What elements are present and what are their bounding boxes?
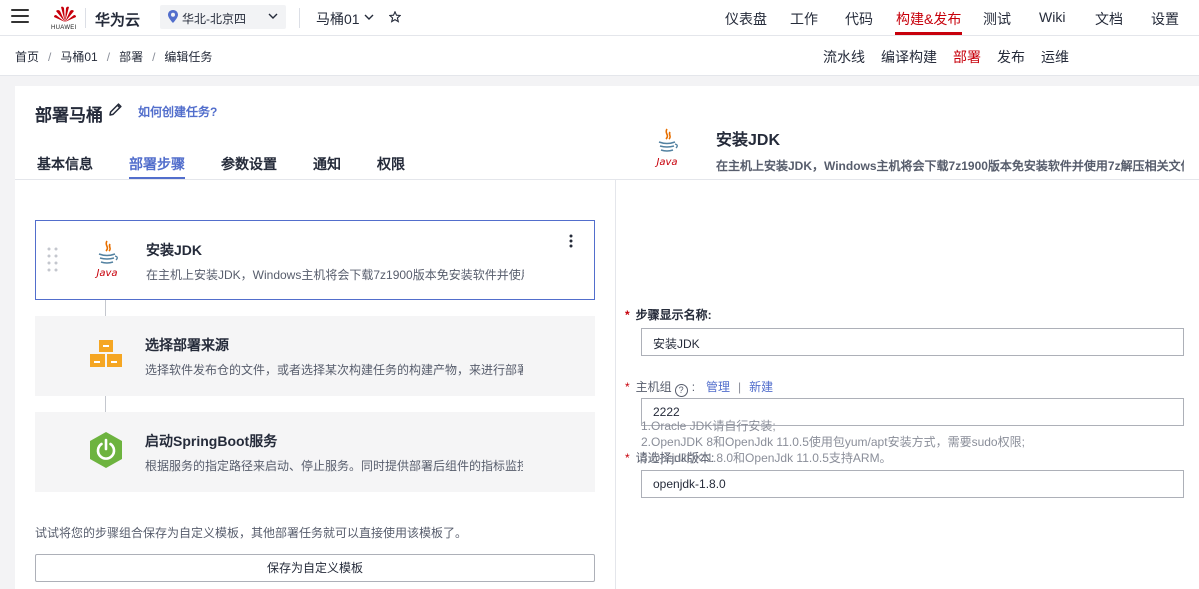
nav-wiki[interactable]: Wiki — [1039, 9, 1065, 25]
create-host-group-link[interactable]: 新建 — [749, 380, 773, 394]
subnav-ops[interactable]: 运维 — [1041, 47, 1069, 67]
breadcrumb-current: 编辑任务 — [164, 50, 213, 64]
svg-text:Java: Java — [94, 268, 117, 279]
panel-divider — [615, 180, 616, 589]
link-separator: | — [738, 380, 742, 394]
jdk-notes: 1.Oracle JDK请自行安装; 2.OpenJDK 8和OpenJdk 1… — [641, 418, 1025, 466]
tab-deploy-steps[interactable]: 部署步骤 — [129, 154, 185, 174]
breadcrumb: 首页 / 马桶01 / 部署 / 编辑任务 — [15, 48, 212, 65]
nav-settings[interactable]: 设置 — [1151, 9, 1179, 29]
step-card-install-jdk[interactable]: Java 安装JDK 在主机上安装JDK，Windows主机将会下载7z1900… — [35, 220, 595, 300]
page-title: 部署马桶 — [35, 106, 103, 125]
step-description: 根据服务的指定路径来启动、停止服务。同时提供部署后组件的指标监控 — [145, 459, 523, 473]
svg-text:Java: Java — [654, 157, 677, 168]
top-bar: HUAWEI 华为云 华北-北京四 马桶01 仪表盘 工作 代码 构建&发布 测… — [0, 0, 1199, 36]
breadcrumb-deploy[interactable]: 部署 — [119, 50, 143, 64]
step-description: 在主机上安装JDK，Windows主机将会下载7z1900版本免安装软件并使用7… — [146, 268, 524, 282]
help-icon[interactable]: ? — [674, 384, 688, 397]
drag-handle-icon[interactable] — [47, 247, 59, 273]
sub-bar: 首页 / 马桶01 / 部署 / 编辑任务 流水线 编译构建 部署 发布 运维 — [0, 36, 1199, 76]
tab-parameters[interactable]: 参数设置 — [221, 154, 277, 174]
divider — [85, 8, 86, 28]
jdk-version-select[interactable]: openjdk-1.8.0 — [641, 470, 1184, 498]
springboot-icon — [90, 432, 122, 468]
nav-build-release[interactable]: 构建&发布 — [896, 9, 961, 29]
manage-host-group-link[interactable]: 管理 — [706, 380, 730, 394]
step-card-select-source[interactable]: 选择部署来源 选择软件发布仓的文件，或者选择某次构建任务的构建产物，来进行部署 — [35, 316, 595, 396]
subnav-compile-build[interactable]: 编译构建 — [881, 47, 937, 67]
region-selector[interactable]: 华北-北京四 — [160, 5, 286, 29]
more-options-icon[interactable] — [569, 234, 573, 248]
display-name-label: * 步骤显示名称: — [625, 306, 712, 323]
location-pin-icon — [168, 10, 178, 23]
subnav-pipeline[interactable]: 流水线 — [823, 47, 865, 67]
chevron-down-icon[interactable] — [364, 13, 374, 21]
host-group-label: * 主机组?: 管理 | 新建 — [625, 380, 774, 397]
breadcrumb-separator: / — [106, 50, 111, 64]
divider — [299, 8, 300, 28]
menu-icon[interactable] — [11, 9, 29, 23]
display-name-input[interactable]: 安装JDK — [641, 328, 1184, 356]
logo-text: HUAWEI — [51, 25, 77, 31]
nav-code[interactable]: 代码 — [845, 9, 873, 29]
step-title: 安装JDK — [146, 242, 203, 258]
detail-description: 在主机上安装JDK，Windows主机将会下载7z1900版本免安装软件并使用7… — [716, 159, 1184, 173]
note-line: 3.OpenJDK 1.8.0和OpenJdk 11.0.5支持ARM。 — [641, 451, 892, 465]
step-connector — [105, 300, 106, 316]
breadcrumb-separator: / — [48, 50, 52, 64]
nav-work[interactable]: 工作 — [790, 9, 818, 29]
nav-test[interactable]: 测试 — [983, 9, 1011, 29]
detail-title: 安装JDK — [716, 132, 781, 149]
note-line: 1.Oracle JDK请自行安装; — [641, 419, 776, 433]
chevron-down-icon — [268, 13, 278, 19]
required-mark: * — [625, 308, 630, 322]
edit-pencil-icon[interactable] — [108, 102, 123, 117]
breadcrumb-home[interactable]: 首页 — [15, 50, 39, 64]
step-title: 选择部署来源 — [145, 337, 229, 353]
brand-name[interactable]: 华为云 — [95, 9, 140, 30]
save-template-button[interactable]: 保存为自定义模板 — [35, 554, 595, 582]
boxes-icon — [90, 340, 122, 367]
step-description: 选择软件发布仓的文件，或者选择某次构建任务的构建产物，来进行部署 — [145, 363, 523, 377]
subnav-deploy[interactable]: 部署 — [953, 47, 981, 67]
java-icon: Java — [94, 240, 118, 279]
how-to-create-link[interactable]: 如何创建任务? — [138, 103, 217, 120]
java-icon: Java — [654, 128, 678, 168]
host-group-label-text: 主机组 — [635, 380, 672, 394]
region-label: 华北-北京四 — [182, 12, 246, 26]
step-connector — [105, 396, 106, 412]
required-mark: * — [625, 451, 630, 465]
tab-notifications[interactable]: 通知 — [313, 154, 341, 174]
nav-dashboard[interactable]: 仪表盘 — [725, 9, 767, 29]
tab-basic-info[interactable]: 基本信息 — [37, 154, 93, 174]
display-name-label-text: 步骤显示名称: — [635, 308, 712, 322]
breadcrumb-separator: / — [152, 50, 156, 64]
template-tip: 试试将您的步骤组合保存为自定义模板，其他部署任务就可以直接使用该模板了。 — [35, 526, 468, 540]
tabs-divider — [15, 179, 1199, 180]
step-title: 启动SpringBoot服务 — [145, 433, 278, 449]
nav-docs[interactable]: 文档 — [1095, 9, 1123, 29]
nav-active-indicator — [895, 32, 962, 35]
subnav-release[interactable]: 发布 — [997, 47, 1025, 67]
tab-permissions[interactable]: 权限 — [377, 154, 405, 174]
note-line: 2.OpenJDK 8和OpenJdk 11.0.5使用包yum/apt安装方式… — [641, 435, 1025, 449]
breadcrumb-project[interactable]: 马桶01 — [60, 50, 97, 64]
required-mark: * — [625, 380, 630, 394]
step-card-start-springboot[interactable]: 启动SpringBoot服务 根据服务的指定路径来启动、停止服务。同时提供部署后… — [35, 412, 595, 492]
star-icon[interactable] — [389, 11, 401, 23]
project-selector[interactable]: 马桶01 — [316, 9, 360, 29]
